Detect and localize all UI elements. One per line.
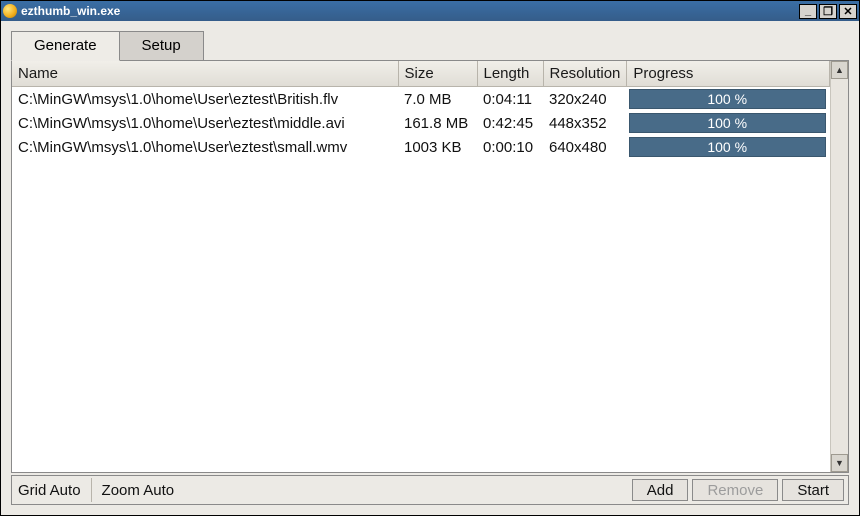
cell-resolution: 448x352 — [543, 111, 627, 135]
col-resolution[interactable]: Resolution — [543, 61, 627, 87]
vertical-scrollbar[interactable]: ▲ ▼ — [830, 61, 848, 472]
table-header-row: Name Size Length Resolution Progress — [12, 61, 830, 87]
tab-setup[interactable]: Setup — [120, 31, 204, 61]
tab-bar: Generate Setup — [11, 31, 849, 61]
cell-progress: 100 % — [627, 87, 830, 112]
table-row[interactable]: C:\MinGW\msys\1.0\home\User\eztest\Briti… — [12, 87, 830, 112]
cell-size: 1003 KB — [398, 135, 477, 159]
cell-progress: 100 % — [627, 135, 830, 159]
col-length[interactable]: Length — [477, 61, 543, 87]
start-button[interactable]: Start — [782, 479, 844, 501]
status-divider — [91, 478, 92, 502]
col-name[interactable]: Name — [12, 61, 398, 87]
cell-size: 161.8 MB — [398, 111, 477, 135]
progress-bar: 100 % — [629, 137, 826, 157]
cell-name: C:\MinGW\msys\1.0\home\User\eztest\middl… — [12, 111, 398, 135]
app-window: ezthumb_win.exe _ ❐ ✕ Generate Setup — [0, 0, 860, 516]
status-grid: Grid Auto — [12, 476, 87, 504]
status-zoom: Zoom Auto — [96, 476, 181, 504]
file-table: Name Size Length Resolution Progress C:\… — [12, 61, 830, 159]
progress-bar: 100 % — [629, 113, 826, 133]
cell-progress: 100 % — [627, 111, 830, 135]
cell-resolution: 320x240 — [543, 87, 627, 112]
cell-name: C:\MinGW\msys\1.0\home\User\eztest\Briti… — [12, 87, 398, 112]
col-size[interactable]: Size — [398, 61, 477, 87]
cell-length: 0:04:11 — [477, 87, 543, 112]
cell-name: C:\MinGW\msys\1.0\home\User\eztest\small… — [12, 135, 398, 159]
app-icon — [3, 4, 17, 18]
client-area: Generate Setup Name Size Length — [1, 21, 859, 515]
cell-length: 0:00:10 — [477, 135, 543, 159]
table-row[interactable]: C:\MinGW\msys\1.0\home\User\eztest\middl… — [12, 111, 830, 135]
maximize-button[interactable]: ❐ — [819, 4, 837, 19]
status-bar: Grid Auto Zoom Auto Add Remove Start — [11, 475, 849, 505]
scroll-down-button[interactable]: ▼ — [831, 454, 848, 472]
close-button[interactable]: ✕ — [839, 4, 857, 19]
scroll-up-button[interactable]: ▲ — [831, 61, 848, 79]
cell-length: 0:42:45 — [477, 111, 543, 135]
cell-size: 7.0 MB — [398, 87, 477, 112]
remove-button: Remove — [692, 479, 778, 501]
cell-resolution: 640x480 — [543, 135, 627, 159]
file-list[interactable]: Name Size Length Resolution Progress C:\… — [12, 61, 830, 472]
window-title: ezthumb_win.exe — [21, 4, 799, 18]
progress-bar: 100 % — [629, 89, 826, 109]
add-button[interactable]: Add — [632, 479, 689, 501]
main-panel: Name Size Length Resolution Progress C:\… — [11, 60, 849, 473]
col-progress[interactable]: Progress — [627, 61, 830, 87]
scroll-track[interactable] — [831, 79, 848, 454]
tab-generate[interactable]: Generate — [11, 31, 120, 61]
minimize-button[interactable]: _ — [799, 4, 817, 19]
title-bar[interactable]: ezthumb_win.exe _ ❐ ✕ — [1, 1, 859, 21]
table-row[interactable]: C:\MinGW\msys\1.0\home\User\eztest\small… — [12, 135, 830, 159]
